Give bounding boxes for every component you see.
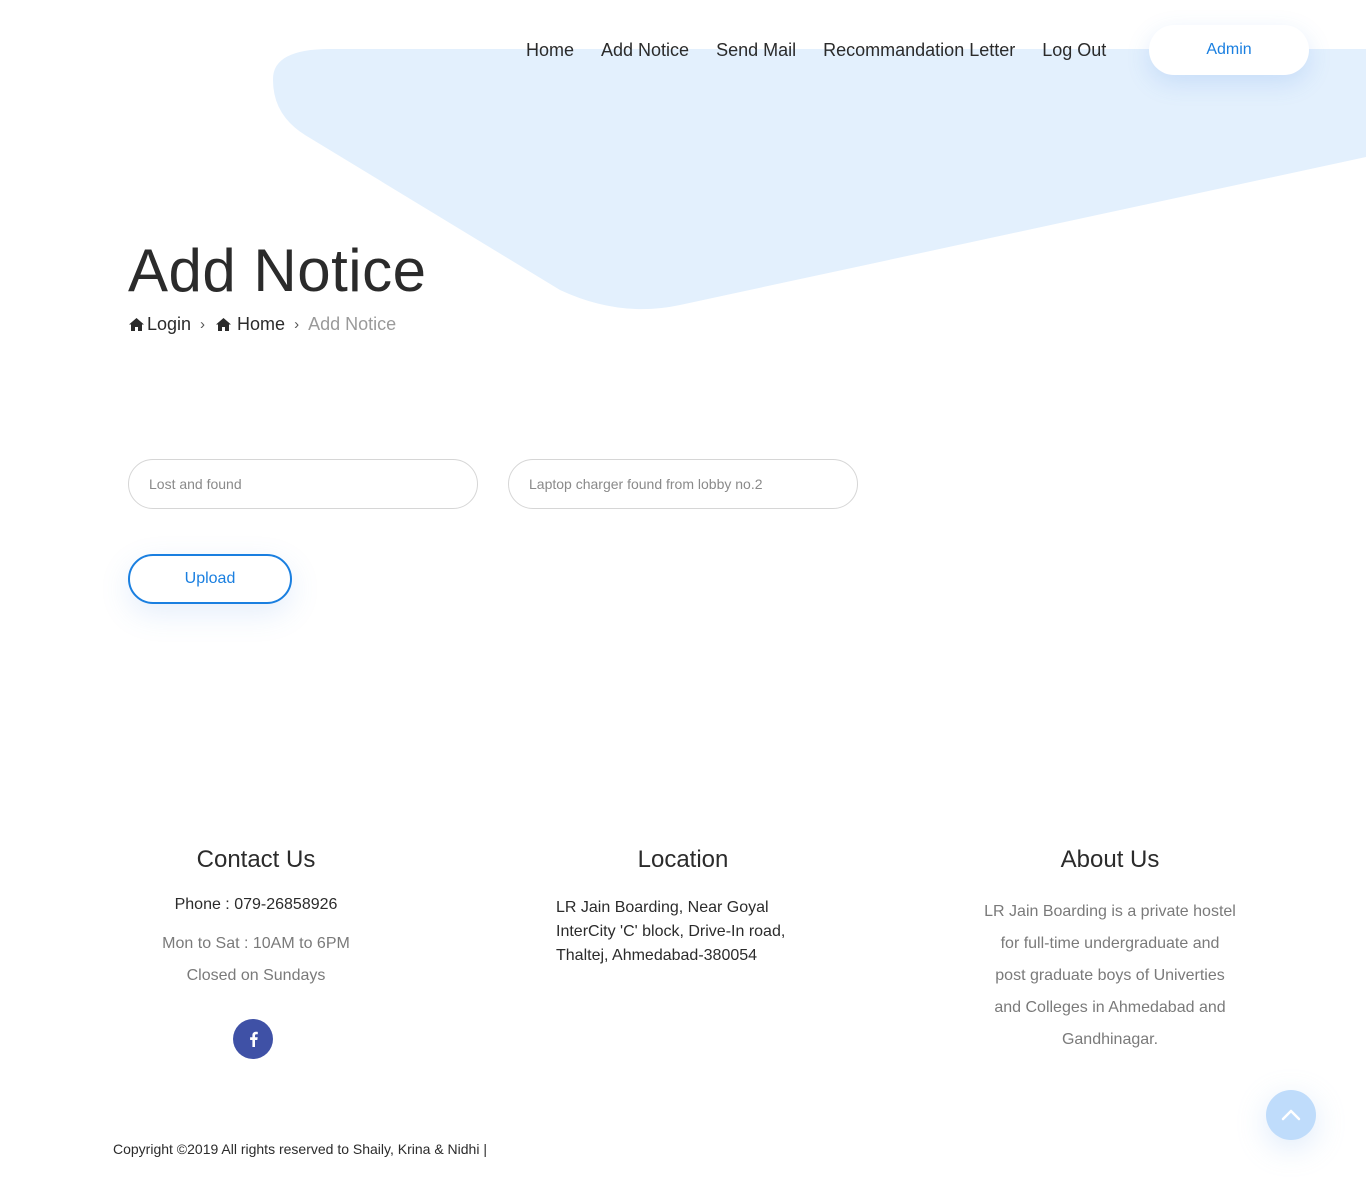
breadcrumb-current: Add Notice [308, 314, 397, 334]
about-line: LR Jain Boarding is a private hostel [984, 903, 1236, 920]
breadcrumb-login-label: Login [147, 314, 192, 334]
admin-button[interactable]: Admin [1149, 25, 1309, 75]
main-nav: Home Add Notice Send Mail Recommandation… [526, 38, 1106, 62]
about-title: About Us [1060, 846, 1160, 873]
notice-text-input[interactable] [508, 459, 858, 509]
chevron-up-icon [1281, 1109, 1301, 1121]
upload-button[interactable]: Upload [128, 554, 292, 604]
nav-home[interactable]: Home [526, 38, 574, 62]
facebook-link[interactable] [233, 1019, 273, 1059]
about-line: post graduate boys of Univerties [995, 967, 1225, 984]
location-line: InterCity 'C' block, Drive-In road, [556, 923, 786, 940]
page-title: Add Notice [128, 237, 427, 304]
breadcrumb-login[interactable]: Login [128, 314, 191, 335]
about-text: LR Jain Boarding is a private hostel for… [980, 896, 1240, 1056]
contact-phone: Phone : 079-26858926 [174, 896, 338, 913]
copyright: Copyright ©2019 All rights reserved to S… [113, 1141, 487, 1157]
location-line: Thaltej, Ahmedabad-380054 [556, 947, 758, 964]
notice-type-input[interactable] [128, 459, 478, 509]
page: Home Add Notice Send Mail Recommandation… [0, 0, 1366, 1190]
about-line: and Colleges in Ahmedabad and [994, 999, 1226, 1016]
breadcrumb-home-label: Home [237, 314, 286, 334]
footer-location: Location LR Jain Boarding, Near Goyal In… [553, 846, 813, 968]
contact-closed: Closed on Sundays [186, 967, 326, 984]
about-line: for full-time undergraduate and [1000, 935, 1220, 952]
facebook-icon [249, 1031, 258, 1047]
footer-about: About Us LR Jain Boarding is a private h… [980, 846, 1240, 1056]
nav-log-out[interactable]: Log Out [1042, 38, 1106, 62]
contact-hours: Mon to Sat : 10AM to 6PM [162, 935, 350, 952]
breadcrumb: Login › Home › Add Notice [128, 314, 396, 335]
about-line: Gandhinagar. [1061, 1031, 1159, 1048]
scroll-to-top-button[interactable] [1266, 1090, 1316, 1140]
nav-send-mail[interactable]: Send Mail [716, 38, 796, 62]
breadcrumb-home[interactable]: Home [214, 314, 285, 335]
contact-title: Contact Us [196, 846, 316, 873]
nav-add-notice[interactable]: Add Notice [601, 38, 689, 62]
nav-recommandation-letter[interactable]: Recommandation Letter [823, 38, 1015, 62]
location-title: Location [637, 846, 729, 873]
home-icon [216, 318, 232, 331]
chevron-right-icon: › [200, 316, 206, 333]
home-icon [129, 318, 144, 331]
location-line: LR Jain Boarding, Near Goyal [556, 899, 769, 916]
location-address: LR Jain Boarding, Near Goyal InterCity '… [553, 896, 813, 968]
chevron-right-icon: › [294, 316, 300, 333]
footer-contact: Contact Us Phone : 079-26858926 Mon to S… [126, 846, 386, 992]
